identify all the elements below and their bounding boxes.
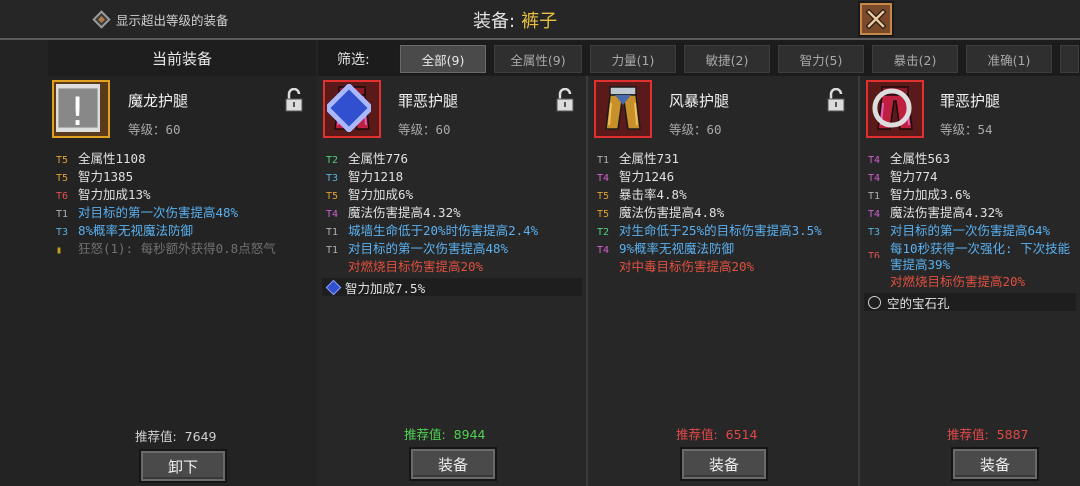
candidate-3-stat-2: T4 智力774 [868,169,938,184]
tab-intelligence[interactable]: 智力(5) [777,44,865,74]
item-marker-icon: ! [56,84,100,132]
candidate-1-stat-2: T3 智力1218 [326,169,404,184]
current-stat-6: ▮ 狂怒(1): 每秒额外获得0.8点怒气 [56,240,306,258]
candidate-1-stat-6: T1 对目标的第一次伤害提高48% [326,241,509,256]
candidate-3-level: 等级：54 [940,122,993,137]
empty-gem-socket-icon [868,295,881,309]
unlocked-padlock-icon[interactable] [555,88,575,112]
candidate-3-stat-1: T4 全属性563 [868,151,951,166]
current-stat-4: T1 对目标的第一次伤害提高48% [56,205,239,220]
tab-crit[interactable]: 暴击(2) [871,44,959,74]
empty-socket-icon [872,88,912,128]
current-stat-3: T6 智力加成13% [56,187,151,202]
tab-all[interactable]: 全部(9) [399,44,487,74]
current-stat-5: T3 8%概率无视魔法防御 [56,223,194,238]
candidate-1-level: 等级：60 [398,122,451,137]
current-recommend: 推荐值: 7649 [135,429,217,444]
candidate-1-recommend: 推荐值: 8944 [404,427,486,442]
candidate-1-stat-1: T2 全属性776 [326,151,409,166]
unlocked-padlock-icon[interactable] [284,88,304,112]
blue-gem-icon [325,279,342,295]
unlocked-padlock-icon[interactable] [826,88,846,112]
candidate-2-stat-5: T2 对生命低于25%的目标伤害提高3.5% [597,223,822,238]
candidate-3-stat-6-cont: 害提高39% [890,257,951,272]
candidate-1-name: 罪恶护腿 [398,92,459,110]
candidate-2-stat-1: T1 全属性731 [597,151,680,166]
candidate-2-equip-button[interactable]: 装备 [680,447,768,481]
candidate-2-stat-2: T4 智力1246 [597,169,675,184]
candidate-1-stat-3: T5 智力加成6% [326,187,414,202]
candidate-1-stat-7: 对燃烧目标伤害提高20% [348,259,484,274]
diamond-checkbox-icon [92,10,111,29]
close-button[interactable] [858,1,894,37]
candidate-2-level: 等级：60 [669,122,722,137]
current-stat-2: T5 智力1385 [56,169,134,184]
tab-more[interactable] [1059,44,1080,74]
close-x-icon [866,9,886,29]
candidate-2-recommend: 推荐值: 6514 [676,427,758,442]
current-item-name: 魔龙护腿 [128,92,189,110]
candidate-3-stat-5: T3 对目标的第一次伤害提高64% [868,223,1051,238]
tab-strength[interactable]: 力量(1) [589,44,677,74]
gem-socket-icon [327,84,371,132]
title-label: 装备: [473,11,516,32]
candidate-2-name: 风暴护腿 [669,92,730,110]
show-over-level-label: 显示超出等级的装备 [116,13,229,28]
candidate-1-equip-button[interactable]: 装备 [409,447,497,481]
candidate-3-recommend: 推荐值: 5887 [947,427,1029,442]
candidate-2-stat-6: T4 9%概率无视魔法防御 [597,241,735,256]
current-stat-1: T5 全属性1108 [56,151,146,166]
candidate-1-item-icon[interactable] [323,80,381,138]
page-title: 装备: 裤子 [473,7,557,33]
tab-all-attributes[interactable]: 全属性(9) [493,44,583,74]
candidate-3-stat-4: T4 魔法伤害提高4.32% [868,205,1003,220]
set-bonus-icon: ▮ [56,245,63,256]
current-item-icon[interactable]: ! [52,80,110,138]
candidate-1-gem-text: 智力加成7.5% [345,280,426,296]
filter-label: 筛选: [337,52,370,68]
candidate-3-item-icon[interactable] [866,80,924,138]
unequip-button[interactable]: 卸下 [139,449,227,483]
candidate-3-equip-button[interactable]: 装备 [951,447,1039,481]
candidate-3-gem-row: 空的宝石孔 [864,293,1076,311]
svg-text:!: ! [66,90,90,132]
tab-accuracy[interactable]: 准确(1) [965,44,1053,74]
candidate-1-gem-row: 智力加成7.5% [322,278,582,296]
current-item-level: 等级：60 [128,122,181,137]
candidate-1-stat-5: T1 城墙生命低于20%时伤害提高2.4% [326,223,539,238]
candidate-3-stat-7: 对燃烧目标伤害提高20% [890,274,1026,289]
tab-agility[interactable]: 敏捷(2) [683,44,771,74]
show-over-level-toggle[interactable]: 显示超出等级的装备 [92,10,229,29]
pants-icon [605,86,641,130]
candidate-3-stat-3: T1 智力加成3.6% [868,187,971,202]
title-value: 裤子 [521,11,558,32]
candidate-2-stat-3: T5 暴击率4.8% [597,187,687,202]
current-equipment-heading: 当前装备 [48,40,316,76]
candidate-2-stat-7: 对中毒目标伤害提高20% [619,259,755,274]
candidate-3-name: 罪恶护腿 [940,92,1001,110]
candidate-1-stat-4: T4 魔法伤害提高4.32% [326,205,461,220]
candidate-3-gem-text: 空的宝石孔 [887,295,950,311]
candidate-2-item-icon[interactable] [594,80,652,138]
candidate-2-stat-4: T5 魔法伤害提高4.8% [597,205,725,220]
